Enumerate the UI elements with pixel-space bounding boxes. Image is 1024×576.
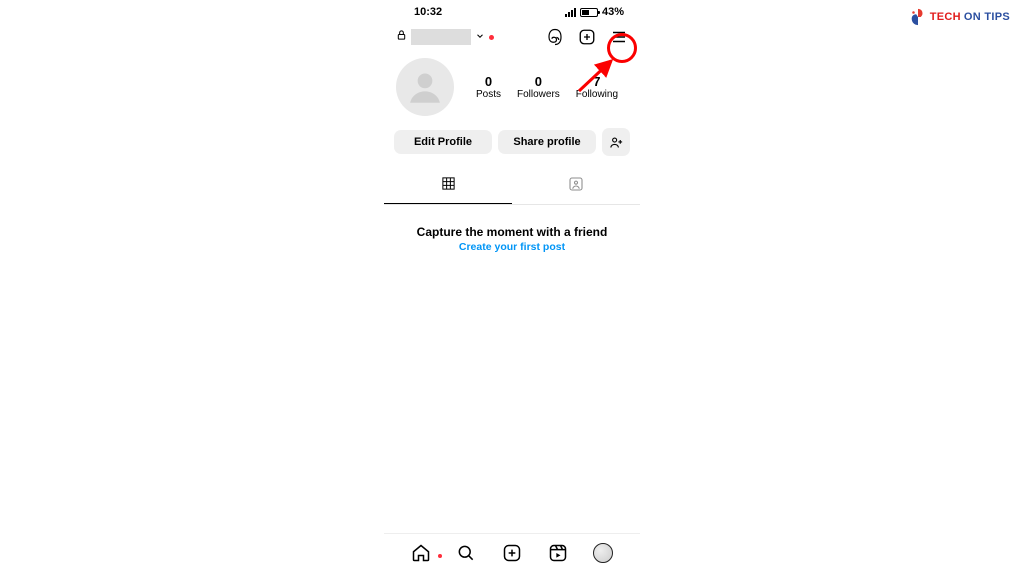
- stat-posts[interactable]: 0 Posts: [476, 74, 501, 100]
- empty-state: Capture the moment with a friend Create …: [384, 205, 640, 273]
- nav-home-icon[interactable]: [410, 542, 432, 564]
- status-time: 10:32: [414, 6, 442, 18]
- stat-followers-count: 0: [517, 74, 560, 89]
- stat-following[interactable]: 7 Following: [576, 74, 618, 100]
- username-redacted: [411, 29, 471, 45]
- tagged-tab[interactable]: [512, 168, 640, 204]
- discover-people-button[interactable]: [602, 128, 630, 156]
- profile-topbar: [384, 20, 640, 54]
- watermark-text-blue: ON TIPS: [964, 11, 1010, 23]
- signal-icon: [565, 8, 576, 17]
- grid-tab[interactable]: [384, 168, 512, 204]
- profile-actions: Edit Profile Share profile: [384, 124, 640, 166]
- stat-posts-count: 0: [476, 74, 501, 89]
- stat-followers[interactable]: 0 Followers: [517, 74, 560, 100]
- bottom-nav: [384, 533, 640, 564]
- stat-following-count: 7: [576, 74, 618, 89]
- nav-create-icon[interactable]: [501, 542, 523, 564]
- watermark-icon: [909, 8, 927, 26]
- create-post-icon[interactable]: [576, 26, 598, 48]
- profile-stats: 0 Posts 0 Followers 7 Following: [466, 74, 628, 100]
- notification-dot-icon: [489, 35, 494, 40]
- battery-icon: [580, 8, 598, 17]
- tagged-icon: [568, 176, 584, 197]
- threads-icon[interactable]: [544, 26, 566, 48]
- stat-following-label: Following: [576, 89, 618, 100]
- nav-search-icon[interactable]: [455, 542, 477, 564]
- phone-frame: 10:32 43%: [384, 0, 640, 576]
- profile-tabs: [384, 168, 640, 205]
- watermark-text-red: TECH: [930, 11, 961, 23]
- edit-profile-button[interactable]: Edit Profile: [394, 130, 492, 154]
- grid-icon: [441, 176, 456, 197]
- nav-reels-icon[interactable]: [547, 542, 569, 564]
- create-first-post-link[interactable]: Create your first post: [394, 241, 630, 253]
- lock-icon: [396, 28, 407, 46]
- stat-followers-label: Followers: [517, 89, 560, 100]
- profile-header: 0 Posts 0 Followers 7 Following: [384, 54, 640, 124]
- hamburger-menu-icon[interactable]: [608, 26, 630, 48]
- battery-percent: 43%: [602, 6, 624, 18]
- nav-home-notification-dot: [438, 554, 442, 558]
- status-bar: 10:32 43%: [384, 0, 640, 20]
- stat-posts-label: Posts: [476, 89, 501, 100]
- topbar-left[interactable]: [396, 28, 494, 46]
- nav-profile-icon[interactable]: [592, 542, 614, 564]
- share-profile-button[interactable]: Share profile: [498, 130, 596, 154]
- chevron-down-icon: [475, 28, 485, 46]
- watermark-logo: TECH ON TIPS: [909, 8, 1010, 26]
- empty-title: Capture the moment with a friend: [394, 225, 630, 239]
- profile-avatar-small: [593, 543, 613, 563]
- status-right: 43%: [565, 6, 624, 18]
- avatar[interactable]: [396, 58, 454, 116]
